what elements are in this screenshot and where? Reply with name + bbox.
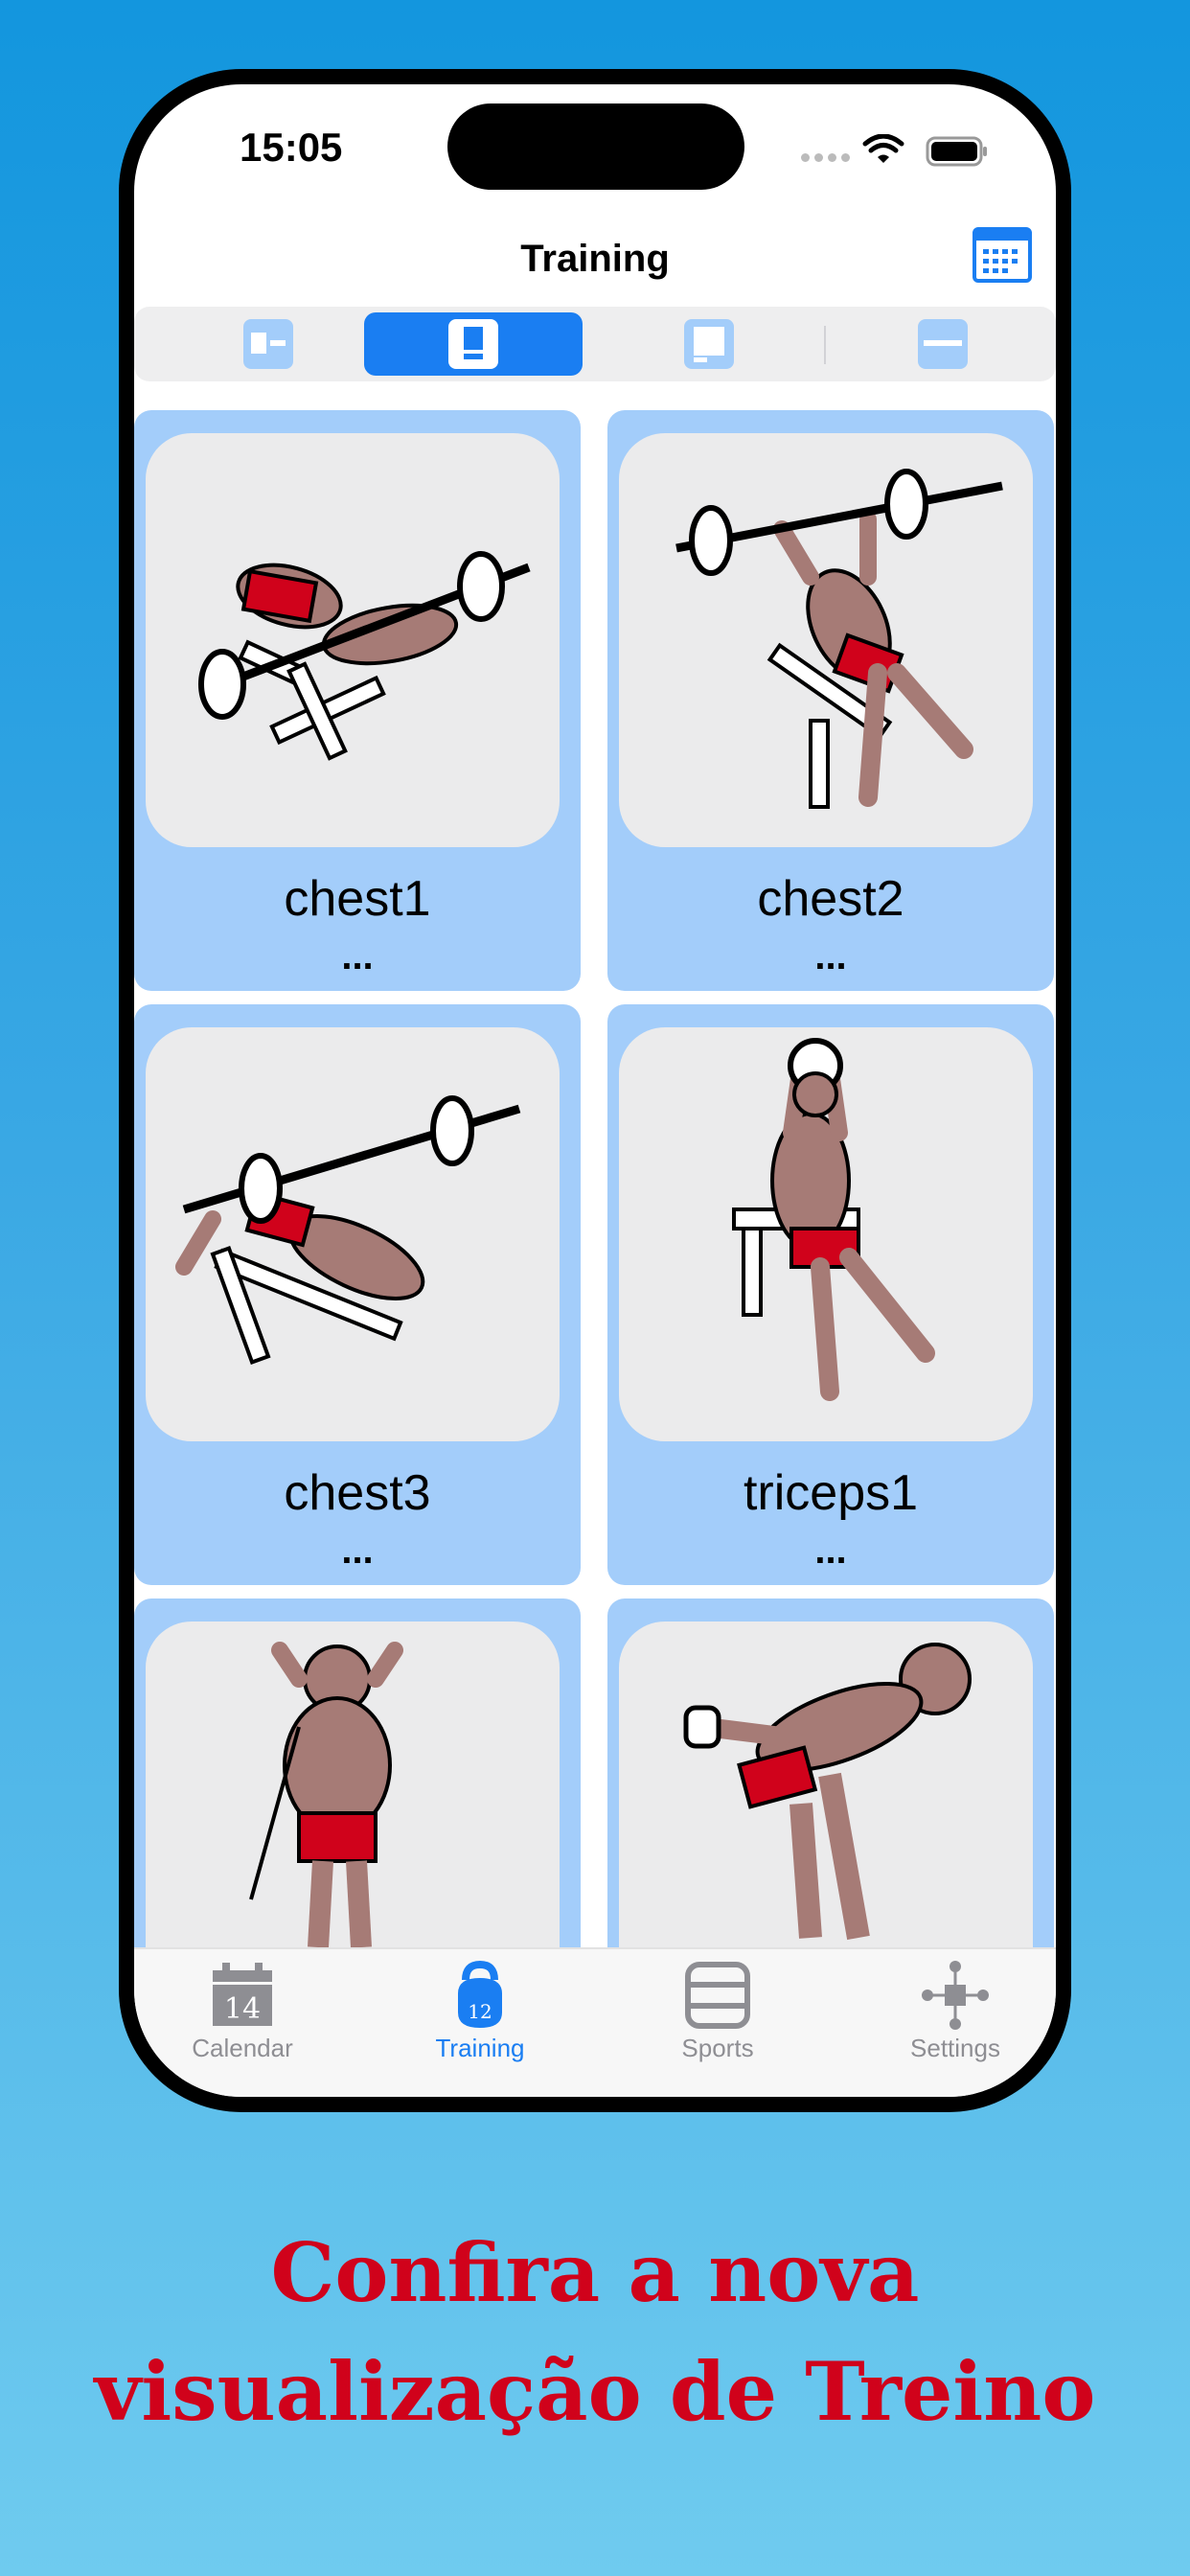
view-mode-selector <box>134 307 1056 381</box>
wifi-icon <box>862 134 904 163</box>
calendar-day-icon: 14 <box>213 1963 272 2026</box>
exercise-detail: ... <box>341 935 374 978</box>
tab-settings[interactable]: Settings <box>859 1961 1051 2063</box>
exercise-name: triceps1 <box>743 1465 919 1521</box>
overhead-triceps-illustration <box>619 1027 1033 1441</box>
tab-label: Sports <box>681 2034 754 2062</box>
phone-frame: 15:05 Training chest1 ... chest2 ... che… <box>119 69 1071 2112</box>
segment-list[interactable] <box>159 312 378 376</box>
exercise-name: chest2 <box>757 871 904 927</box>
segment-tablet[interactable] <box>600 312 818 376</box>
sports-list-icon <box>685 1962 750 2029</box>
exercise-grid: chest1 ... chest2 ... chest3 ... triceps… <box>134 410 1056 1947</box>
exercise-detail: ... <box>814 1530 847 1572</box>
kickback-illustration <box>619 1622 1033 1947</box>
cable-triceps-illustration <box>146 1622 560 1947</box>
status-time: 15:05 <box>240 125 343 170</box>
segment-bar[interactable] <box>834 312 1052 376</box>
layout-list-icon <box>243 319 293 369</box>
tab-label: Settings <box>910 2034 1000 2062</box>
exercise-card-triceps1[interactable]: triceps1 ... <box>607 1004 1054 1585</box>
battery-icon <box>926 136 987 167</box>
exercise-detail: ... <box>341 1530 374 1572</box>
segment-divider <box>824 326 826 364</box>
exercise-name: chest3 <box>284 1465 431 1521</box>
exercise-name: chest1 <box>284 871 431 927</box>
kettlebell-icon: 12 <box>458 1961 502 2028</box>
layout-bar-icon <box>918 319 968 369</box>
cellular-signal-icon <box>801 153 850 162</box>
exercise-detail: ... <box>814 935 847 978</box>
tab-training[interactable]: 12 Training <box>384 1961 576 2063</box>
exercise-card-chest2[interactable]: chest2 ... <box>607 410 1054 991</box>
tab-calendar[interactable]: 14 Calendar <box>147 1961 338 2063</box>
tab-sports[interactable]: Sports <box>622 1961 813 2063</box>
app-screen: 15:05 Training chest1 ... chest2 ... che… <box>134 84 1056 2097</box>
segment-card[interactable] <box>364 312 583 376</box>
layout-card-icon <box>448 319 498 369</box>
promo-line-2: visualização de Treino <box>94 2344 1096 2439</box>
calendar-grid-icon[interactable] <box>972 226 1033 284</box>
layout-tablet-icon <box>684 319 734 369</box>
page-title: Training <box>520 238 670 280</box>
tab-label: Calendar <box>192 2034 293 2062</box>
kettlebell-icon-text: 12 <box>468 2000 492 2023</box>
dynamic-island <box>447 104 744 190</box>
exercise-card[interactable] <box>134 1598 581 1947</box>
settings-network-icon <box>922 1961 989 2030</box>
exercise-card-chest1[interactable]: chest1 ... <box>134 410 581 991</box>
chest-press-illustration <box>146 433 560 847</box>
promo-caption: Confira a nova visualização de Treino <box>0 2214 1190 2451</box>
tab-label: Training <box>435 2034 525 2062</box>
incline-press-illustration <box>619 433 1033 847</box>
exercise-card-chest3[interactable]: chest3 ... <box>134 1004 581 1585</box>
exercise-card[interactable] <box>607 1598 1054 1947</box>
decline-press-illustration <box>146 1027 560 1441</box>
calendar-icon-text: 14 <box>224 1992 261 2026</box>
promo-line-1: Confira a nova <box>270 2225 920 2320</box>
tab-bar: 14 Calendar 12 Training Sports Settings <box>134 1947 1056 2097</box>
